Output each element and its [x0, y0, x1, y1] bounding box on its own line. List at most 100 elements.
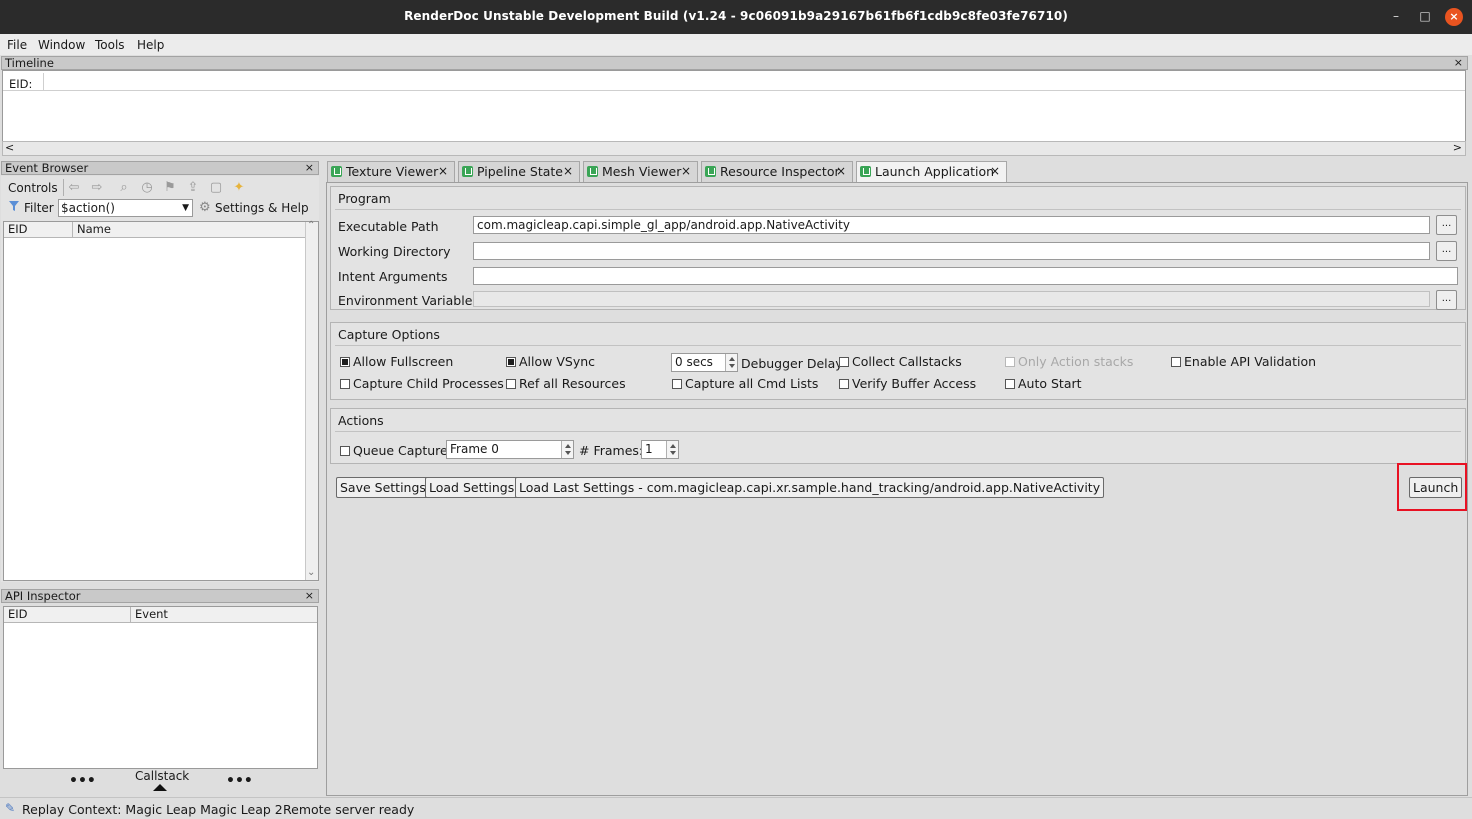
allow-fullscreen-checkbox[interactable]: Allow Fullscreen	[340, 354, 453, 369]
event-list-scrollbar[interactable]: ⌃ ⌄	[305, 220, 318, 580]
event-browser-close-icon[interactable]: ×	[305, 162, 314, 174]
tab-close-icon[interactable]: ×	[681, 162, 691, 181]
tab-close-icon[interactable]: ×	[563, 162, 573, 181]
capture-all-cmd-lists-checkbox[interactable]: Capture all Cmd Lists	[672, 376, 818, 391]
api-event-list[interactable]: EID Event	[3, 606, 318, 769]
checkbox-label: Capture all Cmd Lists	[685, 376, 819, 391]
column-header-name[interactable]: Name	[73, 222, 306, 238]
resource-inspector-icon	[705, 166, 716, 177]
working-directory-browse-button[interactable]: ...	[1436, 241, 1457, 261]
working-directory-input[interactable]	[473, 242, 1430, 260]
intent-arguments-input[interactable]	[473, 267, 1458, 285]
find-icon[interactable]: ⌕	[116, 180, 132, 196]
filter-input[interactable]: $action() ▼	[58, 199, 193, 217]
executable-browse-button[interactable]: ...	[1436, 215, 1457, 235]
ref-all-resources-checkbox[interactable]: Ref all Resources	[506, 376, 626, 391]
save-settings-button[interactable]: Save Settings	[336, 477, 430, 498]
arrow-right-icon[interactable]: ⇨	[89, 180, 105, 196]
checkbox-box	[839, 379, 849, 389]
scroll-right-icon[interactable]: >	[1453, 141, 1462, 154]
settings-help-button[interactable]: Settings & Help	[215, 201, 309, 215]
maximize-icon[interactable]: □	[1416, 8, 1434, 26]
tab-launch-application[interactable]: Launch Application ×	[856, 161, 1007, 183]
replay-context-label[interactable]: Replay Context: Magic Leap Magic Leap 2	[22, 802, 283, 817]
program-group: Program Executable Path com.magicleap.ca…	[330, 186, 1466, 310]
debugger-delay-spinbox[interactable]: 0 secs	[671, 353, 738, 372]
tab-texture-viewer[interactable]: Texture Viewer ×	[327, 161, 455, 182]
tab-label: Texture Viewer	[346, 164, 439, 179]
tab-pipeline-state[interactable]: Pipeline State ×	[458, 161, 580, 182]
queue-frame-value: Frame 0	[450, 442, 499, 456]
tab-close-icon[interactable]: ×	[990, 162, 1000, 181]
minimize-icon[interactable]: –	[1387, 8, 1405, 26]
timeline-panel[interactable]: EID:	[2, 70, 1466, 142]
api-inspector-close-icon[interactable]: ×	[305, 590, 314, 602]
timeline-eid-row: EID:	[3, 73, 1465, 91]
load-last-settings-button[interactable]: Load Last Settings - com.magicleap.capi.…	[515, 477, 1105, 498]
auto-start-checkbox[interactable]: Auto Start	[1005, 376, 1082, 391]
timeline-scrollbar[interactable]: < >	[2, 141, 1466, 156]
menu-window[interactable]: Window	[38, 38, 85, 52]
event-list[interactable]: EID Name ⌃ ⌄	[3, 220, 319, 581]
queue-frame-spinbox[interactable]: Frame 0	[446, 440, 574, 459]
tab-label: Pipeline State	[477, 164, 563, 179]
launch-application-icon	[860, 166, 871, 177]
export-icon[interactable]: ⇪	[185, 180, 201, 196]
column-header-eid[interactable]: EID	[4, 222, 73, 238]
column-header-eid[interactable]: EID	[4, 607, 131, 623]
history-icon[interactable]: ◷	[139, 180, 155, 196]
tab-mesh-viewer[interactable]: Mesh Viewer ×	[583, 161, 698, 182]
scroll-down-icon[interactable]: ⌄	[307, 567, 315, 578]
launch-button[interactable]: Launch	[1409, 477, 1463, 498]
environment-variables-input	[473, 291, 1430, 307]
frame-icon[interactable]: ▢	[208, 180, 224, 196]
scroll-up-icon[interactable]: ⌃	[307, 220, 315, 231]
menu-help[interactable]: Help	[137, 38, 164, 52]
event-browser-title: Event Browser	[5, 161, 89, 175]
callstack-expand-icon[interactable]	[153, 784, 167, 791]
checkbox-box	[1005, 379, 1015, 389]
verify-buffer-access-checkbox[interactable]: Verify Buffer Access	[839, 376, 976, 391]
debugger-delay-value: 0 secs	[675, 355, 713, 369]
callstack-label[interactable]: Callstack	[135, 769, 189, 783]
tab-label: Mesh Viewer	[602, 164, 682, 179]
star-icon[interactable]: ✦	[231, 180, 247, 196]
replay-context-icon: ✎	[5, 801, 16, 815]
program-title: Program	[338, 191, 391, 206]
frames-count-spinbox[interactable]: 1	[641, 440, 679, 459]
tab-resource-inspector[interactable]: Resource Inspector ×	[701, 161, 853, 182]
timeline-title-bar: Timeline ×	[1, 56, 1468, 70]
dots-left-icon[interactable]: •••	[69, 773, 96, 789]
allow-vsync-checkbox[interactable]: Allow VSync	[506, 354, 595, 369]
executable-path-input[interactable]: com.magicleap.capi.simple_gl_app/android…	[473, 216, 1430, 234]
timeline-eid-label: EID:	[9, 77, 33, 91]
scroll-left-icon[interactable]: <	[5, 141, 14, 154]
menu-file[interactable]: File	[7, 38, 27, 52]
spinbox-arrows-icon[interactable]	[666, 441, 678, 458]
dots-right-icon[interactable]: •••	[226, 773, 253, 789]
enable-api-validation-checkbox[interactable]: Enable API Validation	[1171, 354, 1316, 369]
timeline-close-icon[interactable]: ×	[1454, 57, 1463, 69]
chevron-down-icon[interactable]: ▼	[182, 200, 189, 216]
menu-tools[interactable]: Tools	[95, 38, 125, 52]
launch-application-panel: Program Executable Path com.magicleap.ca…	[326, 182, 1468, 796]
bookmark-icon[interactable]: ⚑	[162, 180, 178, 196]
load-settings-button[interactable]: Load Settings	[425, 477, 519, 498]
arrow-left-icon[interactable]: ⇦	[66, 180, 82, 196]
collect-callstacks-checkbox[interactable]: Collect Callstacks	[839, 354, 962, 369]
gear-icon[interactable]: ⚙	[199, 200, 211, 215]
capture-child-processes-checkbox[interactable]: Capture Child Processes	[340, 376, 504, 391]
queue-capture-checkbox[interactable]: Queue Capture	[340, 443, 448, 458]
tab-close-icon[interactable]: ×	[438, 162, 448, 181]
spinbox-arrows-icon[interactable]	[725, 354, 737, 371]
tab-close-icon[interactable]: ×	[836, 162, 846, 181]
checkbox-label: Collect Callstacks	[852, 354, 962, 369]
spinbox-arrows-icon[interactable]	[561, 441, 573, 458]
environment-variables-browse-button[interactable]: ...	[1436, 290, 1457, 310]
checkbox-box	[839, 357, 849, 367]
executable-path-label: Executable Path	[338, 219, 439, 234]
api-inspector-title: API Inspector	[5, 589, 81, 603]
close-window-icon[interactable]: ×	[1445, 8, 1463, 26]
column-header-event[interactable]: Event	[131, 607, 317, 623]
texture-viewer-icon	[331, 166, 342, 177]
